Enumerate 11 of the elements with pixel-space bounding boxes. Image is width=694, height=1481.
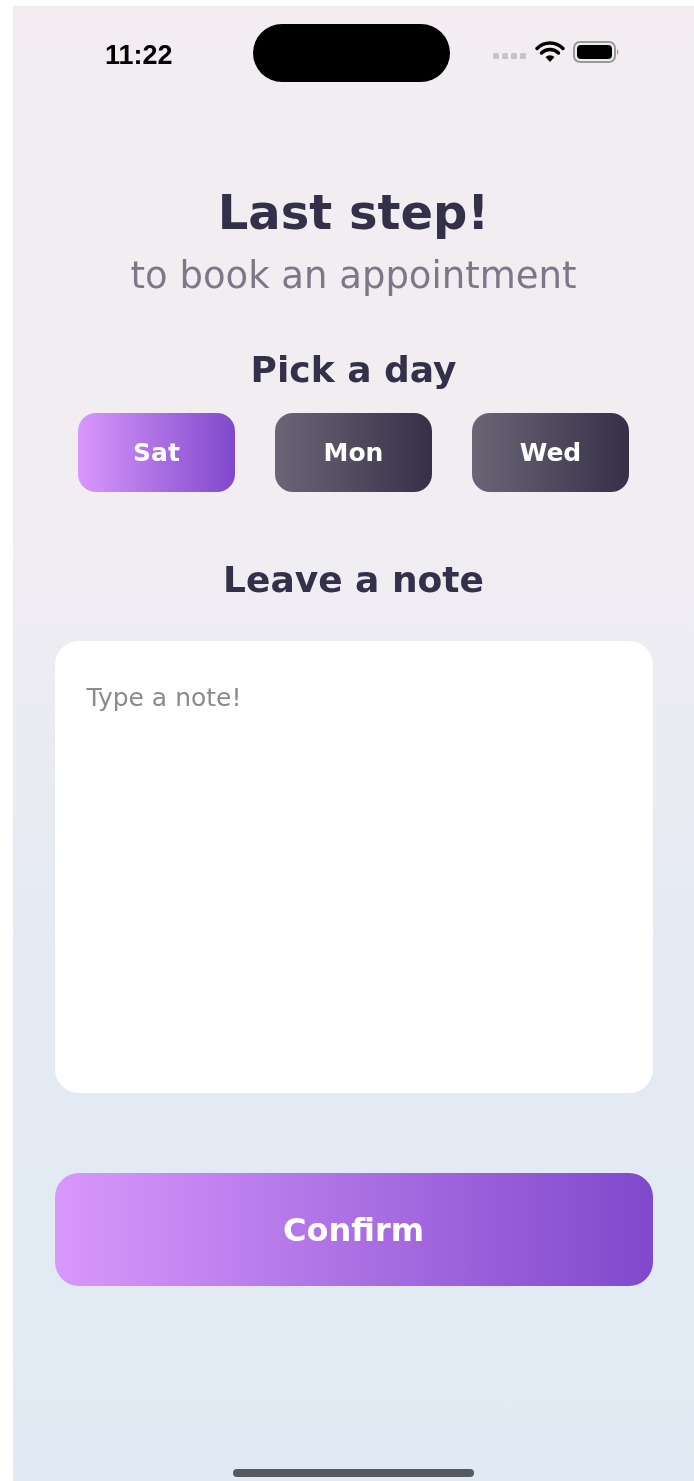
page-subtitle: to book an appointment — [130, 253, 577, 298]
wifi-icon — [535, 41, 565, 63]
status-time: 11:22 — [105, 40, 173, 71]
day-button[interactable]: Wed — [472, 413, 629, 493]
section-heading: Pick a day — [250, 348, 457, 392]
page-title: Last step! — [217, 184, 490, 242]
signal-icon — [493, 52, 527, 60]
section-heading: Leave a note — [223, 558, 484, 602]
battery-icon — [573, 40, 621, 64]
note-field[interactable]: Type a note! — [54, 641, 653, 1094]
day-button[interactable]: Mon — [275, 413, 432, 493]
